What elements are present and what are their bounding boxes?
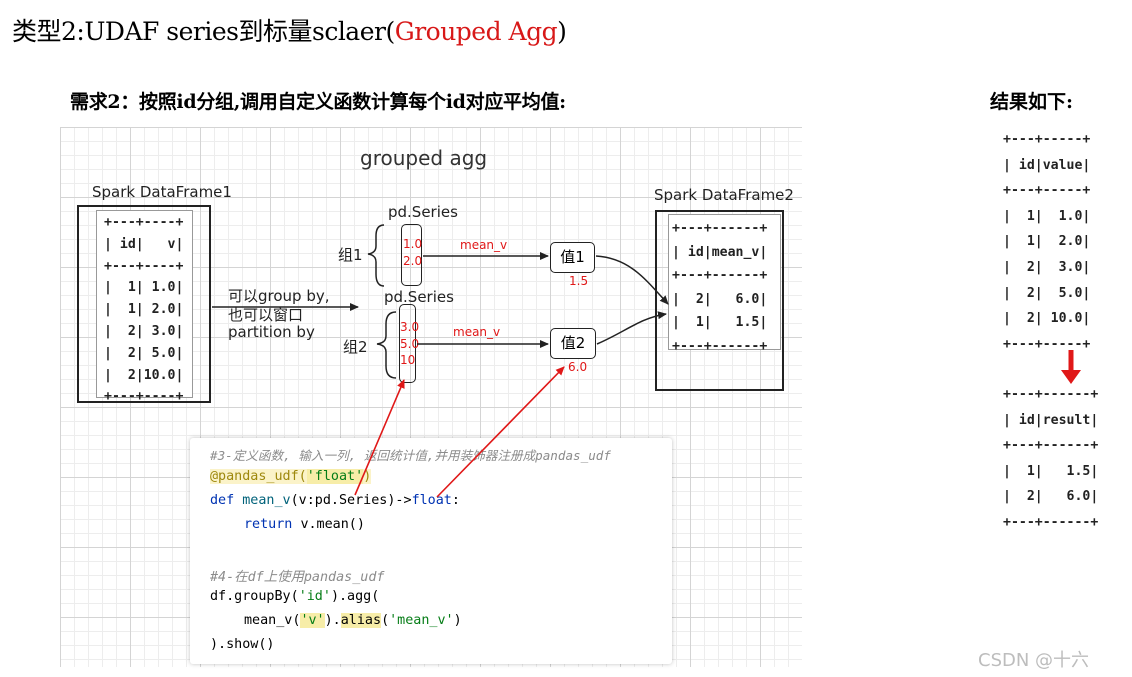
group2-label: 组2 bbox=[343, 338, 368, 356]
series-label-2: pd.Series bbox=[384, 288, 454, 306]
func-label-2: mean_v bbox=[453, 325, 501, 339]
groupby-note-3: partition by bbox=[228, 323, 315, 341]
value2-result: 6.0 bbox=[568, 360, 588, 374]
watermark: CSDN @十六 bbox=[978, 650, 1090, 671]
code-comment-2: #4-在df上使用pandas_udf bbox=[210, 570, 385, 585]
series-label-1: pd.Series bbox=[388, 203, 458, 221]
code-show-line: ).show() bbox=[210, 637, 275, 652]
group1-values: 1.0 2.0 bbox=[403, 237, 423, 268]
code-return-line: return v.mean() bbox=[244, 517, 365, 532]
result-heading: 结果如下: bbox=[990, 91, 1074, 113]
func-label-1: mean_v bbox=[460, 238, 508, 252]
df1-label: Spark DataFrame1 bbox=[92, 183, 232, 201]
diagram-heading: grouped agg bbox=[360, 146, 488, 170]
title-highlight: Grouped Agg bbox=[394, 17, 558, 46]
code-decorator-line: @pandas_udf('float') bbox=[210, 469, 372, 484]
code-agg-line: mean_v('v').alias('mean_v') bbox=[244, 613, 462, 628]
code-comment-1: #3-定义函数, 输入一列, 返回统计值,并用装饰器注册成pandas_udf bbox=[210, 448, 611, 463]
requirement-heading: 需求2：按照id分组,调用自定义函数计算每个id对应平均值: bbox=[70, 91, 566, 113]
group1-label: 组1 bbox=[338, 246, 363, 264]
df1-table: +---+----+ | id| v| +---+----+ | 1| 1.0|… bbox=[104, 215, 184, 405]
df2-table: +---+------+ | id|mean_v| +---+------+ |… bbox=[672, 221, 768, 354]
groupby-note-2: 也可以窗口 bbox=[228, 306, 304, 324]
result-table-before: +---+-----+ | id|value| +---+-----+ | 1|… bbox=[1003, 132, 1091, 352]
df2-label: Spark DataFrame2 bbox=[654, 186, 794, 204]
value1-result: 1.5 bbox=[569, 274, 589, 288]
value-box-2: 值2 bbox=[550, 328, 596, 359]
code-def-line: def mean_v(v:pd.Series)->float: bbox=[210, 493, 460, 508]
result-table-after: +---+------+ | id|result| +---+------+ |… bbox=[1003, 387, 1099, 530]
value-box-1: 值1 bbox=[550, 242, 595, 273]
code-snippet: #3-定义函数, 输入一列, 返回统计值,并用装饰器注册成pandas_udf … bbox=[190, 438, 672, 664]
code-groupby-line: df.groupBy('id').agg( bbox=[210, 589, 380, 604]
page-title: 类型2:UDAF series到标量sclaer(Grouped Agg) bbox=[12, 17, 567, 46]
group2-values: 3.0 5.0 10 bbox=[400, 320, 420, 367]
groupby-note-1: 可以group by, bbox=[228, 287, 330, 305]
